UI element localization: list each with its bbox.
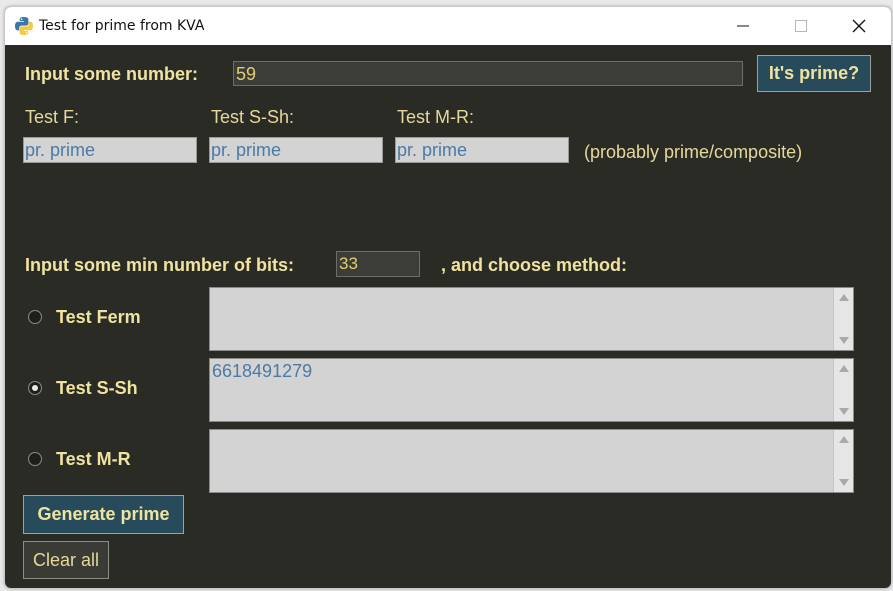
- bits-label: Input some min number of bits:: [25, 255, 294, 275]
- its-prime-button[interactable]: It's prime?: [757, 55, 871, 92]
- output-test-ferm[interactable]: [209, 287, 854, 351]
- number-input-label: Input some number:: [25, 64, 199, 84]
- python-icon: [15, 17, 33, 35]
- number-input[interactable]: 59: [233, 61, 743, 86]
- scroll-down-icon[interactable]: [839, 337, 849, 344]
- scrollbar[interactable]: [833, 430, 853, 492]
- radio-label-test-ferm[interactable]: Test Ferm: [56, 307, 141, 328]
- radio-label-test-mr[interactable]: Test M-R: [56, 449, 131, 470]
- app-window: Test for prime from KVA Input some numbe…: [4, 6, 892, 589]
- scroll-up-icon[interactable]: [839, 294, 849, 301]
- scroll-down-icon[interactable]: [839, 408, 849, 415]
- radio-test-ssh[interactable]: [28, 381, 42, 395]
- title-bar[interactable]: Test for prime from KVA: [5, 7, 891, 45]
- output-test-ssh[interactable]: 6618491279: [209, 358, 854, 422]
- radio-test-ferm[interactable]: [28, 310, 42, 324]
- output-test-mr[interactable]: [209, 429, 854, 493]
- test-f-result[interactable]: pr. prime: [23, 137, 197, 163]
- minimize-button[interactable]: [715, 7, 773, 45]
- result-hint: (probably prime/composite): [584, 142, 803, 162]
- radio-label-test-ssh[interactable]: Test S-Sh: [56, 378, 138, 399]
- bits-input[interactable]: 33: [336, 251, 420, 277]
- scroll-up-icon[interactable]: [839, 365, 849, 372]
- scrollbar[interactable]: [833, 359, 853, 421]
- radio-test-mr[interactable]: [28, 452, 42, 466]
- test-ssh-label: Test S-Sh:: [211, 107, 295, 127]
- minimize-icon: [737, 25, 749, 27]
- scroll-down-icon[interactable]: [839, 479, 849, 486]
- test-ssh-result[interactable]: pr. prime: [209, 137, 383, 163]
- test-f-label: Test F:: [25, 107, 80, 127]
- close-icon: [852, 19, 866, 33]
- maximize-button[interactable]: [773, 7, 831, 45]
- maximize-icon: [795, 20, 807, 32]
- clear-all-button[interactable]: Clear all: [23, 541, 109, 579]
- output-text: 6618491279: [212, 361, 313, 381]
- main-content: Input some number: 59 It's prime? Test F…: [5, 45, 891, 588]
- test-mr-label: Test M-R:: [397, 107, 475, 127]
- close-button[interactable]: [831, 7, 889, 45]
- test-mr-result[interactable]: pr. prime: [395, 137, 569, 163]
- method-label: , and choose method:: [441, 255, 628, 275]
- window-title: Test for prime from KVA: [39, 18, 205, 34]
- scroll-up-icon[interactable]: [839, 436, 849, 443]
- generate-prime-button[interactable]: Generate prime: [23, 495, 184, 534]
- scrollbar[interactable]: [833, 288, 853, 350]
